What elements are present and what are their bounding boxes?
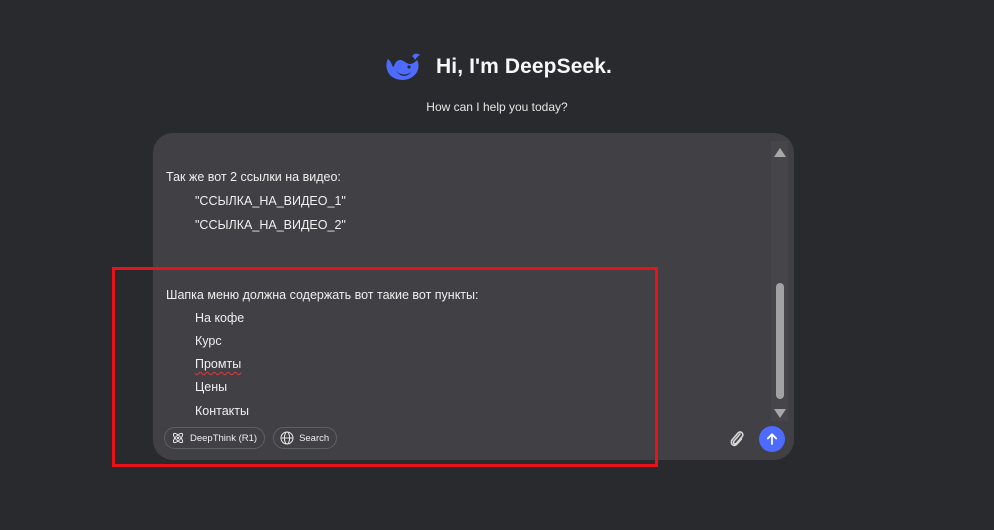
menu-item-line: Контакты — [195, 404, 249, 418]
search-button[interactable]: Search — [273, 427, 338, 449]
page-title: Hi, I'm DeepSeek. — [436, 55, 612, 78]
send-button[interactable] — [759, 426, 785, 452]
search-label: Search — [299, 432, 330, 444]
deepthink-label: DeepThink (R1) — [190, 432, 258, 444]
message-line: Шапка меню должна содержать вот такие во… — [166, 288, 479, 302]
menu-item-line: На кофе — [195, 311, 245, 325]
header: Hi, I'm DeepSeek. — [0, 50, 994, 84]
paperclip-icon[interactable] — [727, 428, 747, 450]
message-line: "ССЫЛКА_НА_ВИДЕО_1" — [195, 194, 346, 208]
scrollbar-thumb[interactable] — [776, 283, 784, 399]
page-subtitle: How can I help you today? — [426, 100, 568, 114]
message-line: "ССЫЛКА_НА_ВИДЕО_2" — [195, 218, 346, 232]
atom-icon — [172, 432, 184, 444]
message-line: Так же вот 2 ссылки на видео: — [166, 170, 341, 184]
globe-icon — [280, 431, 294, 445]
deepthink-button[interactable]: DeepThink (R1) — [164, 427, 266, 449]
message-composer[interactable]: Так же вот 2 ссылки на видео: "ССЫЛКА_НА… — [153, 133, 794, 460]
arrow-up-icon — [766, 433, 778, 445]
scroll-down-arrow-icon[interactable] — [774, 409, 786, 418]
vertical-scrollbar[interactable] — [771, 141, 788, 421]
menu-item-line: Цены — [195, 380, 228, 394]
menu-item-line-misspelled: Промты — [195, 357, 242, 371]
message-input[interactable]: Так же вот 2 ссылки на видео: "ССЫЛКА_НА… — [153, 133, 768, 421]
menu-item-line: Курс — [195, 334, 222, 348]
deepseek-whale-logo-icon — [386, 53, 421, 80]
composer-toolbar: DeepThink (R1) Search — [164, 427, 338, 449]
deepseek-home: Hi, I'm DeepSeek. How can I help you tod… — [0, 0, 994, 530]
scroll-up-arrow-icon[interactable] — [774, 148, 786, 157]
